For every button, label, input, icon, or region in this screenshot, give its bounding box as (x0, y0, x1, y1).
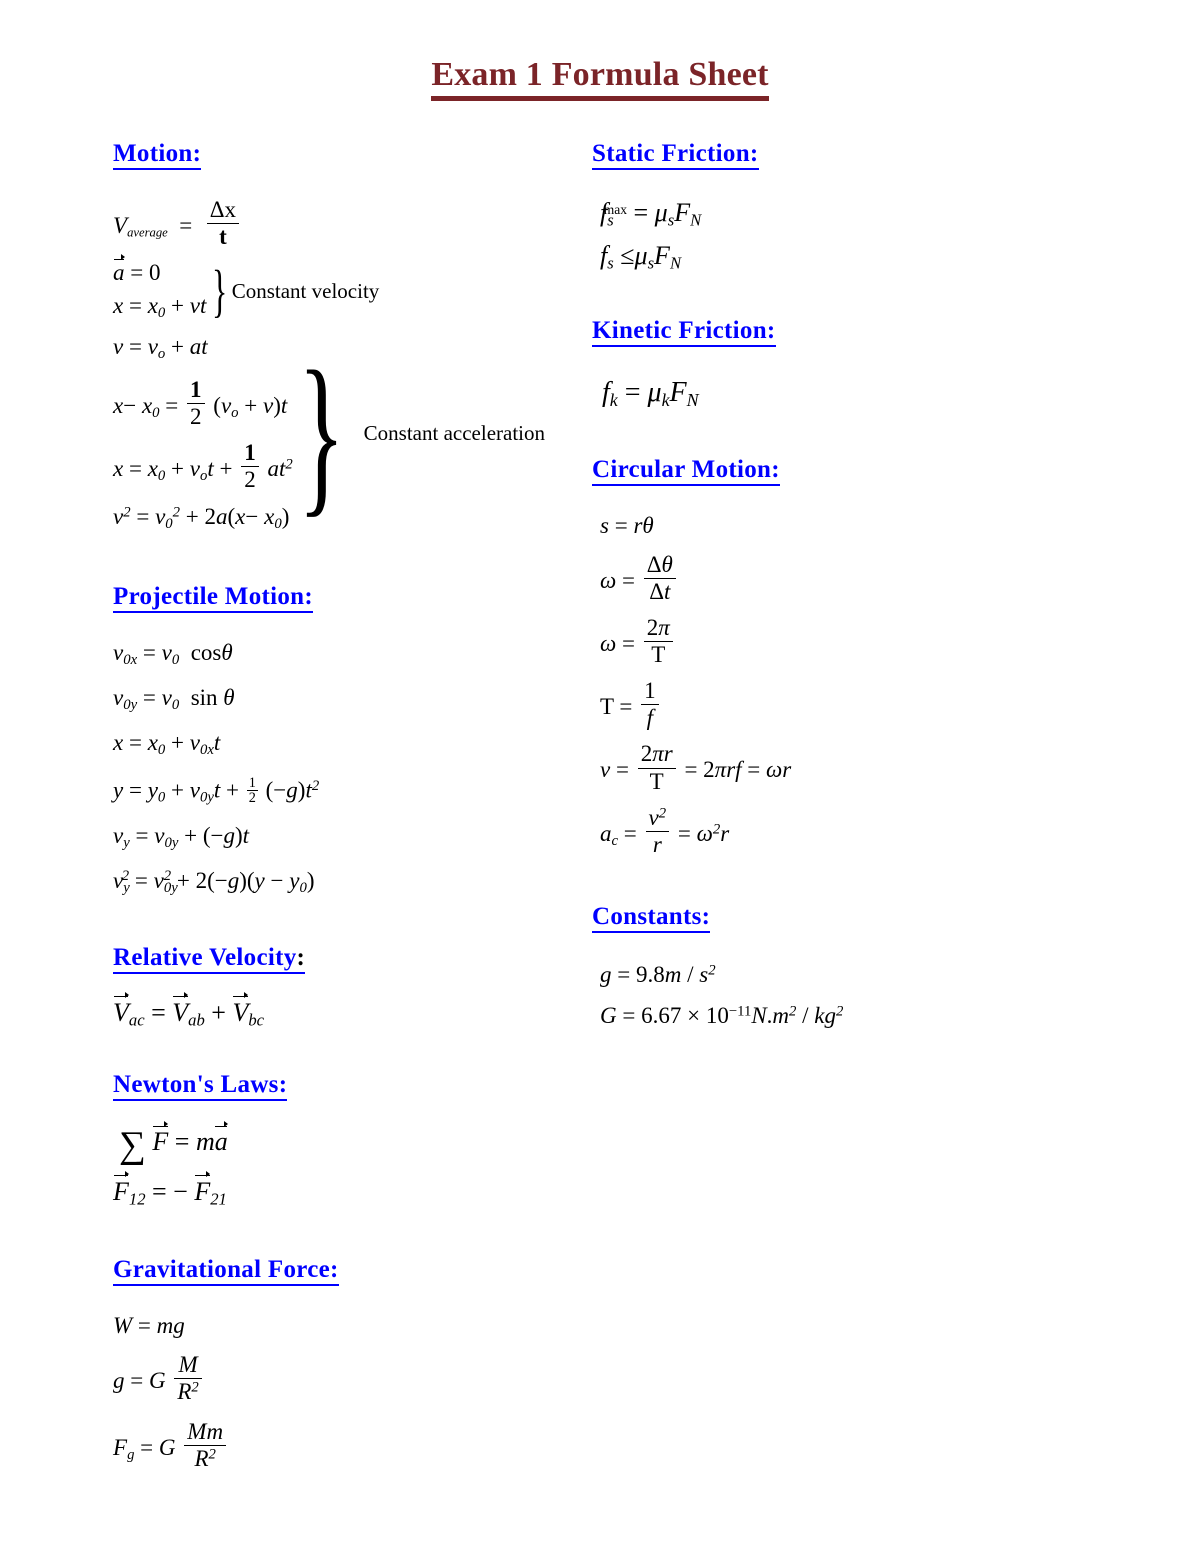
label-constant-velocity: Constant velocity (231, 278, 380, 303)
section-heading-relative-velocity-text: Relative Velocity (113, 943, 297, 974)
section-heading-motion-text: Motion: (113, 140, 202, 170)
formula-angular-velocity: ω = Δθ Δt (600, 552, 1112, 604)
section-heading-projectile-motion-text: Projectile Motion: (113, 583, 313, 614)
formula-newtons-third-law: F12 = − F21 (113, 1170, 227, 1209)
section-heading-projectile-motion: Projectile Motion: (113, 583, 573, 614)
formula-initial-velocity-x: v0x = v0 cosθ (113, 640, 233, 669)
formula-max-static-friction: fsmax = μsFN (600, 198, 702, 230)
formula-velocity-squared: v2 = v02 + 2a(x− x0) (113, 503, 290, 532)
formula-list-projectile-motion: v0x = v0 cosθ v0y = v0 sin θ x = x0 + v0… (113, 641, 573, 895)
constant-acceleration-equations: v = vo + at x− x0 = 1 2 (vo + v)t x = x0… (113, 335, 293, 531)
formula-weight: W = mg (113, 1312, 185, 1338)
page-title: Exam 1 Formula Sheet (0, 56, 1200, 101)
formula-list-static-friction: fsmax = μsFN fs ≤μsFN (600, 200, 1112, 273)
section-heading-gravitational-force-text: Gravitational Force: (113, 1255, 339, 1286)
section-heading-relative-velocity-colon: : (296, 943, 306, 974)
section-heading-circular-motion-text: Circular Motion: (592, 455, 780, 486)
formula-velocity-time: v = vo + at (113, 334, 208, 363)
section-heading-motion: Motion: (113, 140, 573, 170)
section-heading-constants: Constants: (592, 902, 1112, 933)
formula-list-circular-motion: s = rθ ω = Δθ Δt ω = 2π T T = 1 f v = 2π… (600, 514, 1112, 857)
formula-average-velocity-displacement: x− x0 = 1 2 (vo + v)t (113, 376, 288, 430)
label-constant-acceleration: Constant acceleration (363, 420, 545, 445)
section-heading-newtons-laws: Newton's Laws: (113, 1070, 573, 1101)
section-heading-newtons-laws-text: Newton's Laws: (113, 1070, 288, 1101)
formula-projectile-y-velocity-squared: vy2 = v0y2 + 2(−g)(y − y0) (113, 867, 315, 896)
formula-list-constants: g = 9.8m / s2 G = 6.67 × 10−11N.m2 / kg2 (600, 963, 1112, 1027)
formula-newtons-second-law: ∑ F = ma (119, 1121, 228, 1166)
left-column: Motion: Vaverage = Δx t a = 0 x = x0 + v… (113, 140, 573, 1471)
page-title-text: Exam 1 Formula Sheet (431, 56, 769, 101)
formula-position-time: x = x0 + vot + 1 2 at2 (113, 440, 293, 493)
formula-gravitational-force: Fg = G Mm R2 (113, 1420, 573, 1471)
section-heading-static-friction: Static Friction: (592, 140, 1112, 170)
formula-list-gravitational-force: W = mg g = G M R2 Fg = G Mm R2 (113, 1314, 573, 1472)
formula-list-relative-velocity: Vac = Vab + Vbc (113, 991, 573, 1030)
section-heading-static-friction-text: Static Friction: (592, 140, 759, 170)
formula-constant-G: G = 6.67 × 10−11N.m2 / kg2 (600, 1002, 844, 1028)
formula-angular-velocity-period: ω = 2π T (600, 615, 1112, 667)
formula-projectile-y-position: y = y0 + v0yt + 12 (−g)t2 (113, 774, 320, 807)
formula-projectile-y-velocity: vy = v0y + (−g)t (113, 822, 250, 852)
formula-relative-velocity-addition: Vac = Vab + Vbc (113, 991, 265, 1030)
formula-sheet-page: Exam 1 Formula Sheet Motion: Vaverage = … (0, 0, 1200, 1553)
brace-constant-acceleration: } (298, 334, 346, 533)
formula-zero-acceleration: a = 0 (113, 254, 161, 286)
section-heading-kinetic-friction-text: Kinetic Friction: (592, 316, 776, 347)
formula-period-frequency: T = 1 f (600, 678, 1112, 730)
formula-arc-length: s = rθ (600, 512, 654, 538)
formula-constant-g: g = 9.8m / s2 (600, 961, 716, 987)
section-heading-kinetic-friction: Kinetic Friction: (592, 316, 1112, 347)
formula-average-velocity: Vaverage = Δx t (113, 197, 573, 249)
section-heading-relative-velocity: Relative Velocity: (113, 943, 573, 974)
formula-initial-velocity-y: v0y = v0 sin θ (113, 685, 235, 714)
formula-position-constant-velocity: x = x0 + vt (113, 293, 207, 322)
constant-velocity-equations: a = 0 x = x0 + vt (113, 254, 207, 322)
formula-group-constant-velocity: a = 0 x = x0 + vt } Constant velocity (113, 254, 573, 324)
section-heading-constants-text: Constants: (592, 902, 711, 933)
formula-list-kinetic-friction: fk = μkFN (602, 376, 1112, 410)
formula-list-newtons-laws: ∑ F = ma F12 = − F21 (113, 1121, 573, 1209)
formula-centripetal-acceleration: ac = v2 r = ω2r (600, 804, 730, 857)
section-heading-circular-motion: Circular Motion: (592, 455, 1112, 486)
formula-gravitational-field: g = G M R2 (113, 1352, 573, 1404)
formula-list-motion: Vaverage = Δx t a = 0 x = x0 + vt } Cons… (113, 197, 573, 531)
section-heading-gravitational-force: Gravitational Force: (113, 1255, 573, 1286)
brace-constant-velocity: } (212, 258, 228, 324)
formula-group-constant-acceleration: v = vo + at x− x0 = 1 2 (vo + v)t x = x0… (113, 335, 573, 531)
formula-projectile-x-position: x = x0 + v0xt (113, 729, 221, 759)
formula-tangential-velocity: v = 2πr T = 2πrf = ωr (600, 741, 792, 794)
formula-static-friction-inequality: fs ≤μsFN (600, 241, 682, 273)
formula-kinetic-friction: fk = μkFN (602, 376, 699, 410)
right-column: Static Friction: fsmax = μsFN fs ≤μsFN K… (592, 140, 1112, 1027)
